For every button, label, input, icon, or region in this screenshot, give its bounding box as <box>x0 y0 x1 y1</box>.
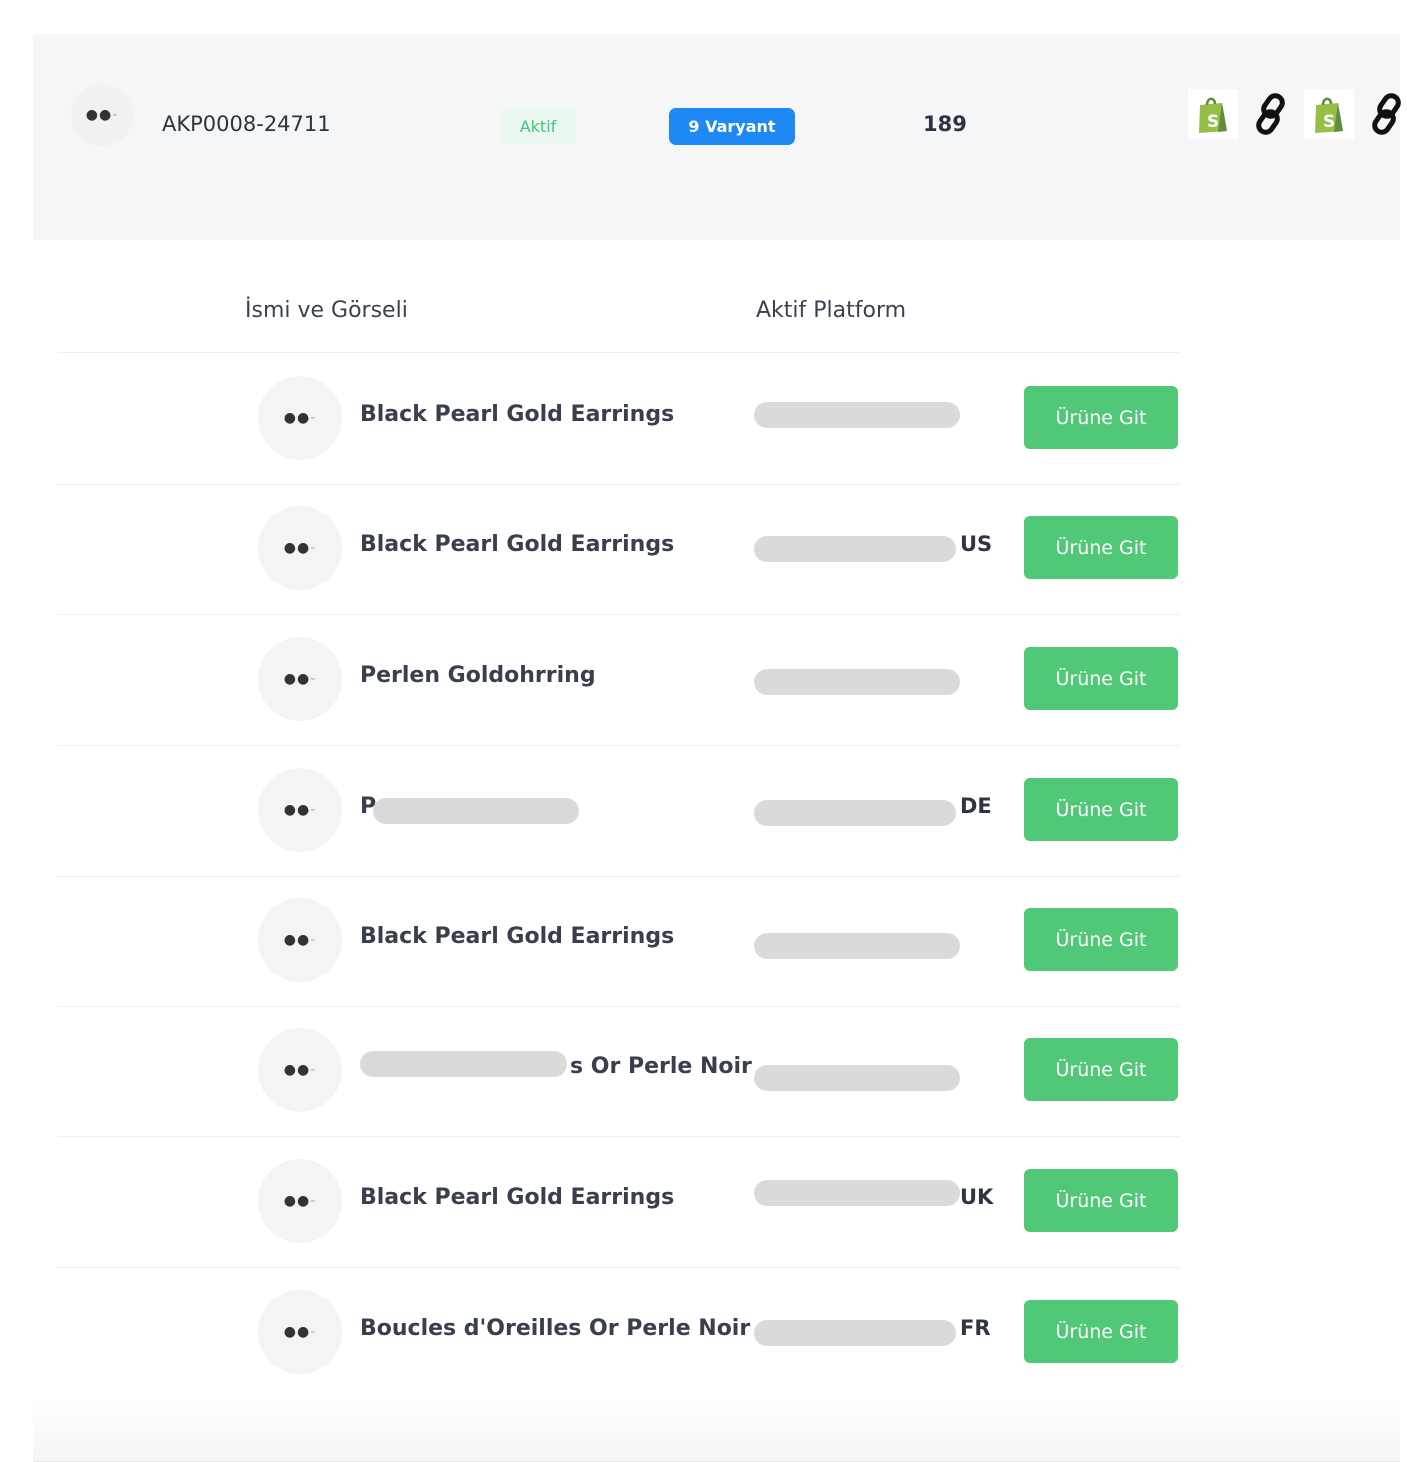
table-row: ●●- Black Pearl Gold Earrings US Ürüne G… <box>58 484 1180 615</box>
next-row-edge <box>33 1400 1400 1462</box>
go-to-product-button[interactable]: Ürüne Git <box>1024 516 1178 579</box>
redacted-platform <box>754 402 960 428</box>
platform-suffix: UK <box>960 1185 994 1209</box>
product-sku: AKP0008-24711 <box>162 112 331 136</box>
variant-name: Perlen Goldohrring <box>360 663 596 688</box>
column-header-name: İsmi ve Görseli <box>245 298 408 323</box>
variant-thumbnail: ●●- <box>258 1290 342 1374</box>
table-row: ●●- Black Pearl Gold Earrings Ürüne Git <box>58 354 1180 485</box>
link-icon[interactable] <box>1362 89 1407 139</box>
top-band <box>0 0 1407 34</box>
variant-name: Black Pearl Gold Earrings <box>360 532 675 557</box>
svg-text:S: S <box>1207 112 1219 132</box>
variant-thumbnail: ●●- <box>258 1028 342 1112</box>
product-count: 189 <box>923 112 967 136</box>
go-to-product-button[interactable]: Ürüne Git <box>1024 1169 1178 1232</box>
shopify-icon[interactable]: S <box>1188 89 1238 139</box>
redacted-platform <box>754 1320 956 1346</box>
image-placeholder-icon: ●●- <box>283 410 317 426</box>
table-row: ●●- Boucles d'Oreilles Or Perle Noir FR … <box>58 1268 1180 1398</box>
product-thumbnail: ●●- <box>71 84 133 146</box>
image-placeholder-icon: ●●- <box>85 107 119 123</box>
table-row: ●●- Black Pearl Gold Earrings UK Ürüne G… <box>58 1137 1180 1268</box>
redacted-platform <box>754 669 960 695</box>
table-row: ●●- s Or Perle Noir Ürüne Git <box>58 1006 1180 1137</box>
go-to-product-button[interactable]: Ürüne Git <box>1024 1038 1178 1101</box>
variant-thumbnail: ●●- <box>258 637 342 721</box>
platform-icons: S S <box>1188 89 1407 141</box>
go-to-product-button[interactable]: Ürüne Git <box>1024 908 1178 971</box>
platform-suffix: DE <box>960 794 992 818</box>
platform-suffix: US <box>960 532 993 556</box>
table-row: ●●- P DE Ürüne Git <box>58 746 1180 877</box>
go-to-product-button[interactable]: Ürüne Git <box>1024 647 1178 710</box>
variant-name: s Or Perle Noir <box>570 1054 752 1079</box>
column-header-platform: Aktif Platform <box>756 298 907 323</box>
variant-name: Black Pearl Gold Earrings <box>360 1185 675 1210</box>
platform-suffix: FR <box>960 1316 991 1340</box>
variant-name: Black Pearl Gold Earrings <box>360 402 675 427</box>
svg-text:S: S <box>1323 112 1335 132</box>
link-icon[interactable] <box>1246 89 1296 139</box>
variants-table-header: İsmi ve Görseli Aktif Platform <box>58 280 1180 353</box>
image-placeholder-icon: ●●- <box>283 1062 317 1078</box>
go-to-product-button[interactable]: Ürüne Git <box>1024 386 1178 449</box>
shopify-icon[interactable]: S <box>1304 89 1354 139</box>
redacted-platform <box>754 1180 960 1206</box>
image-placeholder-icon: ●●- <box>283 932 317 948</box>
redacted-platform <box>754 1065 960 1091</box>
go-to-product-button[interactable]: Ürüne Git <box>1024 1300 1178 1363</box>
variant-thumbnail: ●●- <box>258 1159 342 1243</box>
variant-thumbnail: ●●- <box>258 898 342 982</box>
variant-thumbnail: ●●- <box>258 506 342 590</box>
redacted-name <box>373 798 579 824</box>
variant-name: Boucles d'Oreilles Or Perle Noir <box>360 1316 751 1341</box>
table-row: ●●- Black Pearl Gold Earrings Ürüne Git <box>58 876 1180 1007</box>
product-header-row[interactable]: ●●- AKP0008-24711 Aktif 9 Varyant 189 S <box>33 34 1401 240</box>
image-placeholder-icon: ●●- <box>283 540 317 556</box>
table-row: ●●- Perlen Goldohrring Ürüne Git <box>58 615 1180 746</box>
variant-thumbnail: ●●- <box>258 376 342 460</box>
image-placeholder-icon: ●●- <box>283 802 317 818</box>
variant-badge[interactable]: 9 Varyant <box>669 108 795 145</box>
variant-thumbnail: ●●- <box>258 768 342 852</box>
variant-name: Black Pearl Gold Earrings <box>360 924 675 949</box>
redacted-platform <box>754 933 960 959</box>
status-badge: Aktif <box>500 108 576 144</box>
redacted-platform <box>754 800 956 826</box>
image-placeholder-icon: ●●- <box>283 671 317 687</box>
image-placeholder-icon: ●●- <box>283 1193 317 1209</box>
redacted-platform <box>754 536 956 562</box>
go-to-product-button[interactable]: Ürüne Git <box>1024 778 1178 841</box>
image-placeholder-icon: ●●- <box>283 1324 317 1340</box>
redacted-name <box>360 1051 567 1077</box>
